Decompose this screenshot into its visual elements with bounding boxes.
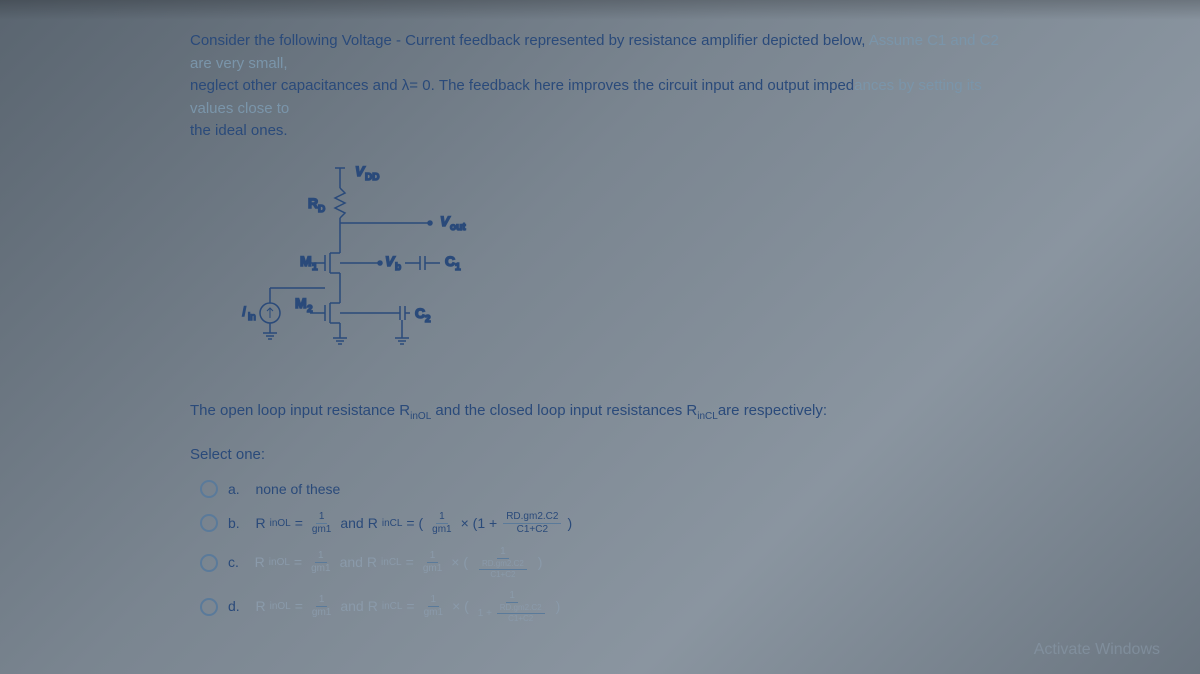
option-d[interactable]: d. RinOL = 1gm1 and RinCL = 1gm1 × ( 11 …	[190, 591, 1010, 623]
question-line2a: neglect other capacitances and λ= 0. The…	[190, 77, 854, 94]
question-content: Consider the following Voltage - Current…	[0, 0, 1200, 665]
option-d-letter: d.	[228, 596, 240, 617]
svg-text:1: 1	[312, 262, 318, 273]
prompt-text: The open loop input resistance RinOL and…	[190, 400, 1010, 424]
watermark: Activate Windows	[1034, 641, 1160, 659]
option-b[interactable]: b. RinOL = 1gm1 and RinCL = ( 1gm1 × (1 …	[190, 512, 1010, 535]
svg-text:DD: DD	[365, 172, 379, 183]
option-a[interactable]: a. none of these	[190, 479, 1010, 500]
svg-text:b: b	[395, 262, 401, 273]
svg-text:in: in	[248, 312, 256, 323]
option-a-letter: a.	[228, 479, 240, 500]
svg-text:R: R	[308, 195, 318, 211]
svg-text:1: 1	[455, 262, 461, 273]
radio-c[interactable]	[200, 554, 218, 572]
svg-text:2: 2	[307, 304, 313, 315]
svg-text:M: M	[295, 295, 307, 311]
svg-text:I: I	[242, 303, 246, 319]
circuit-diagram: V DD R D V out M 1	[230, 158, 1010, 386]
question-text: Consider the following Voltage - Current…	[190, 30, 1010, 143]
svg-text:2: 2	[425, 314, 431, 325]
question-line3: the ideal ones.	[190, 122, 288, 139]
question-line1a: Consider the following Voltage - Current…	[190, 32, 869, 49]
svg-text:M: M	[300, 253, 312, 269]
radio-b[interactable]	[200, 514, 218, 532]
option-b-letter: b.	[228, 513, 240, 534]
option-c-letter: c.	[228, 552, 239, 573]
svg-text:C: C	[415, 305, 425, 321]
radio-d[interactable]	[200, 598, 218, 616]
option-a-text: none of these	[255, 479, 340, 500]
radio-a[interactable]	[200, 480, 218, 498]
svg-text:out: out	[450, 222, 466, 233]
option-c[interactable]: c. RinOL = 1gm1 and RinCL = 1gm1 × ( 1RD…	[190, 547, 1010, 579]
select-one-label: Select one:	[190, 444, 1010, 467]
svg-text:C: C	[445, 253, 455, 269]
svg-text:D: D	[318, 204, 325, 215]
